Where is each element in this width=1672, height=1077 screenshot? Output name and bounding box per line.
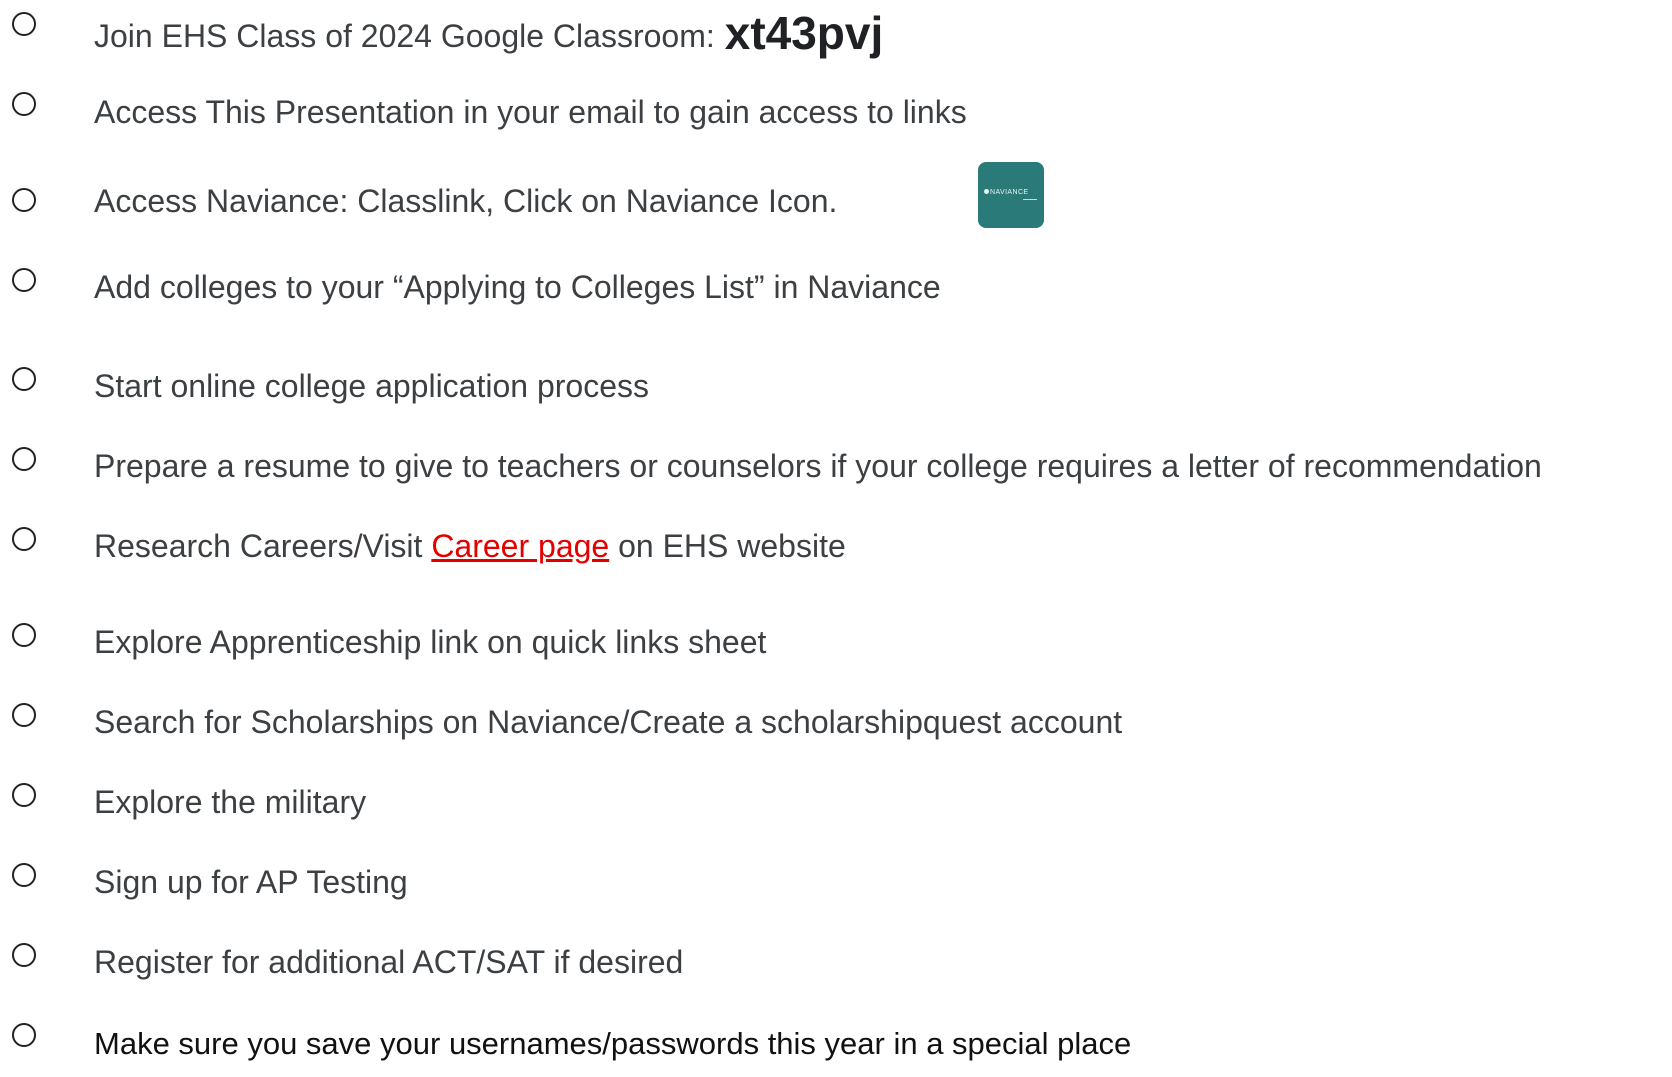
checklist-item-start-application: Start online college application process (0, 361, 1672, 421)
circle-bullet-icon (12, 783, 36, 807)
naviance-app-icon[interactable]: NAVIANCE (978, 162, 1044, 228)
checklist-item-text: Register for additional ACT/SAT if desir… (94, 944, 684, 980)
checklist-item-access-presentation: Access This Presentation in your email t… (0, 86, 1672, 146)
circle-bullet-icon (12, 527, 36, 551)
checklist-item-access-naviance: Access Naviance: Classlink, Click on Nav… (0, 182, 1672, 242)
checklist-item-register-act-sat: Register for additional ACT/SAT if desir… (0, 937, 1672, 997)
research-careers-prefix: Research Careers/Visit (94, 528, 423, 564)
join-classroom-label: Join EHS Class of 2024 Google Classroom: (94, 18, 715, 54)
checklist-item-save-passwords: Make sure you save your usernames/passwo… (0, 1017, 1672, 1077)
checklist-item-ap-testing: Sign up for AP Testing (0, 857, 1672, 917)
checklist-item-explore-apprenticeship: Explore Apprenticeship link on quick lin… (0, 617, 1672, 677)
circle-bullet-icon (12, 447, 36, 471)
checklist-item-text: Access This Presentation in your email t… (94, 94, 967, 130)
circle-bullet-icon (12, 623, 36, 647)
checklist-item-text: Access Naviance: Classlink, Click on Nav… (94, 183, 838, 219)
career-page-link[interactable]: Career page (431, 528, 609, 564)
research-careers-suffix: on EHS website (618, 528, 846, 564)
circle-bullet-icon (12, 92, 36, 116)
checklist-item-text: Add colleges to your “Applying to Colleg… (94, 269, 941, 305)
circle-bullet-icon (12, 188, 36, 212)
checklist-item-text: Prepare a resume to give to teachers or … (94, 448, 1542, 484)
circle-bullet-icon (12, 1023, 36, 1047)
circle-bullet-icon (12, 703, 36, 727)
circle-bullet-icon (12, 863, 36, 887)
checklist-item-join-classroom: Join EHS Class of 2024 Google Classroom:… (0, 0, 1672, 60)
checklist-item-prepare-resume: Prepare a resume to give to teachers or … (0, 441, 1672, 501)
checklist-item-text: Make sure you save your usernames/passwo… (94, 1026, 1132, 1061)
classroom-code: xt43pvj (724, 7, 884, 59)
checklist-item-text: Explore the military (94, 784, 367, 820)
naviance-logo: NAVIANCE (984, 189, 1038, 196)
checklist-item-text: Research Careers/Visit Career page on EH… (94, 527, 846, 565)
checklist-item-explore-military: Explore the military (0, 777, 1672, 837)
circle-bullet-icon (12, 367, 36, 391)
checklist-item-text: Join EHS Class of 2024 Google Classroom:… (94, 10, 883, 56)
circle-bullet-icon (12, 268, 36, 292)
checklist-item-text: Explore Apprenticeship link on quick lin… (94, 624, 767, 660)
naviance-logo-text: NAVIANCE (990, 189, 1029, 196)
checklist-item-text: Search for Scholarships on Naviance/Crea… (94, 704, 1123, 740)
circle-bullet-icon (12, 943, 36, 967)
circle-bullet-icon (12, 12, 36, 36)
checklist-item-search-scholarships: Search for Scholarships on Naviance/Crea… (0, 697, 1672, 757)
checklist-item-text: Sign up for AP Testing (94, 864, 408, 900)
checklist-item-research-careers: Research Careers/Visit Career page on EH… (0, 521, 1672, 581)
checklist-item-add-colleges: Add colleges to your “Applying to Colleg… (0, 262, 1672, 322)
checklist-item-text: Start online college application process (94, 368, 649, 404)
